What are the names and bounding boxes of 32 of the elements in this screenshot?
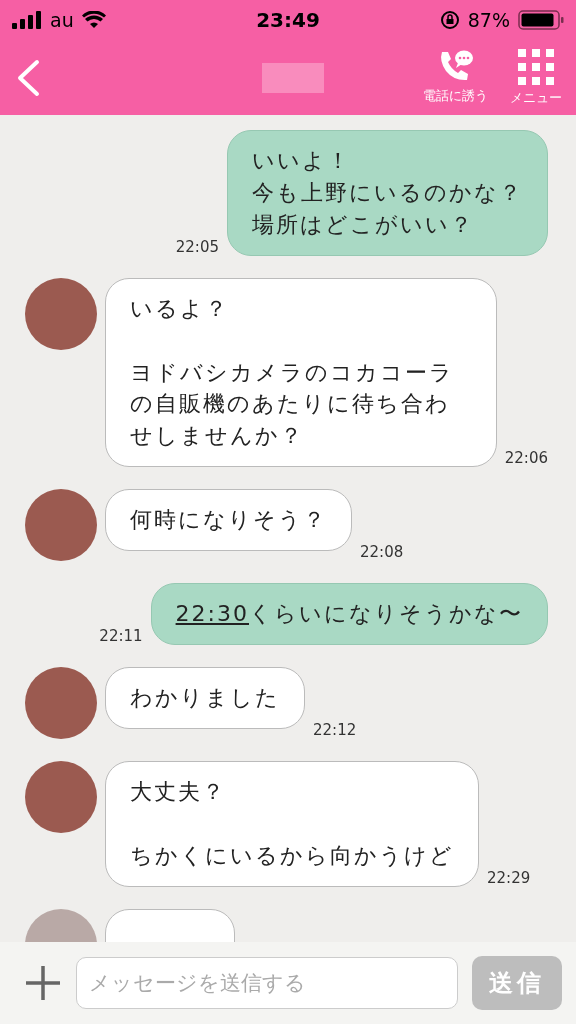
message-text: ヨドバシカメラのコカコーラの自販機のあたりに待ち合わせしませんか？ xyxy=(130,358,455,451)
status-time: 23:49 xyxy=(256,8,320,32)
message-time: 22:12 xyxy=(313,721,357,740)
message-text: いいよ！ xyxy=(252,147,352,175)
send-button[interactable]: 送信 xyxy=(472,956,562,1010)
battery-percent: 87% xyxy=(467,9,510,31)
time-link[interactable]: 22:30 xyxy=(175,601,249,627)
message-text: ちかくにいるから向かうけど xyxy=(130,842,454,870)
menu-button[interactable]: メニュー xyxy=(510,48,562,107)
message-text: 大丈夫？ xyxy=(130,778,227,807)
message-time: 22:06 xyxy=(504,449,548,468)
message-time: 22:29 xyxy=(487,868,531,887)
carrier-name: au xyxy=(50,9,74,31)
message-time: 22:05 xyxy=(175,237,219,256)
message-text: 今も上野にいるのかな？ xyxy=(252,178,523,207)
signal-icon xyxy=(12,11,42,29)
message-text: いるよ？ xyxy=(130,294,230,323)
message-input-field[interactable]: メッセージを送信する xyxy=(76,957,458,1009)
battery-icon xyxy=(518,10,564,30)
wifi-icon xyxy=(81,11,106,29)
message-text: わかりました xyxy=(130,684,280,713)
message-text: 何時になりそう？ xyxy=(130,506,327,535)
rotation-lock-icon xyxy=(439,10,460,30)
message-time: 22:11 xyxy=(99,627,143,646)
back-icon[interactable] xyxy=(16,58,40,97)
call-invite-button[interactable]: 電話に誘う xyxy=(423,48,488,107)
message-text: 場所はどこがいい？ xyxy=(252,210,475,239)
message-text: 22:30 くらいになりそうかな〜 xyxy=(175,600,523,629)
plus-icon[interactable] xyxy=(24,964,62,1002)
grid-menu-icon xyxy=(518,48,554,85)
blurred-name xyxy=(262,62,324,93)
message-time: 22:08 xyxy=(360,543,404,562)
